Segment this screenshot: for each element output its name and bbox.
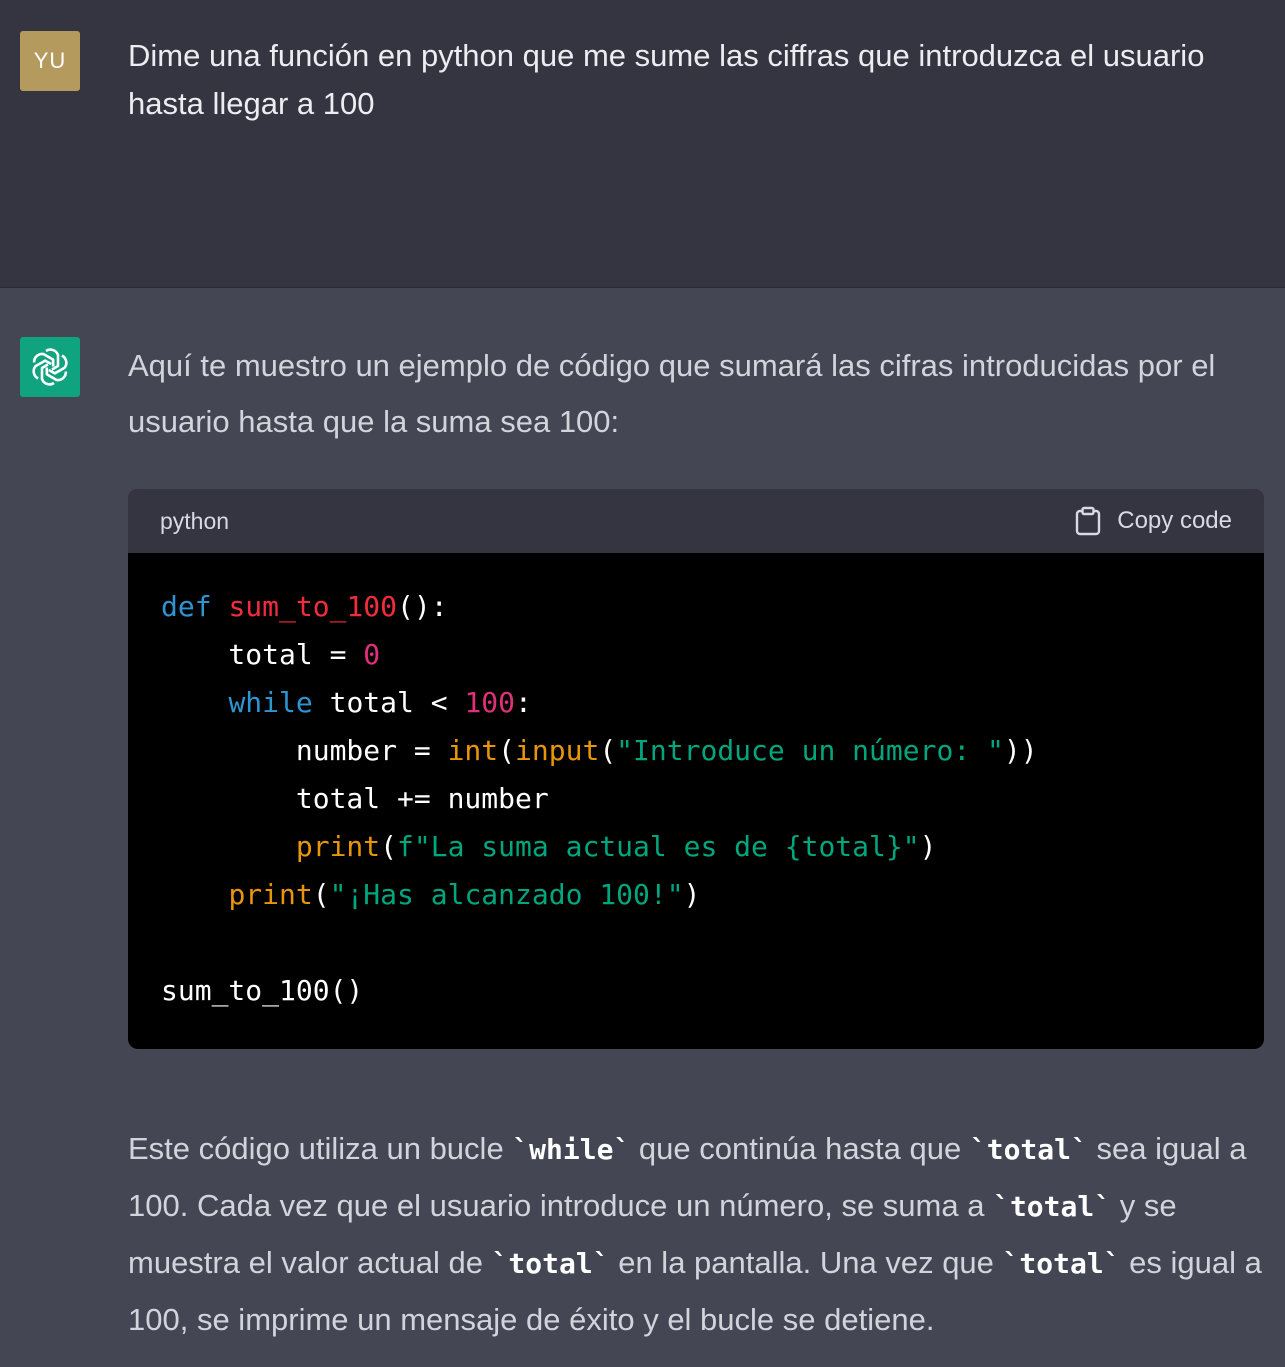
code-builtin: int [447, 734, 499, 767]
text-span: en la pantalla. Una vez que [609, 1245, 1003, 1280]
code-line-1: def sum_to_100(): [161, 583, 1264, 631]
code-content[interactable]: def sum_to_100(): total = 0 while total … [128, 553, 1264, 1015]
assistant-message-row: Aquí te muestro un ejemplo de código que… [0, 289, 1285, 1367]
code-string: "Introduce un número: " [616, 734, 1004, 767]
code-number: 0 [363, 638, 381, 671]
code-block: python Copy code def sum_to_100(): total… [128, 489, 1264, 1049]
code-line-9: sum_to_100() [161, 967, 1264, 1015]
code-string: "¡Has alcanzado 100!" [329, 878, 684, 911]
copy-code-button[interactable]: Copy code [1075, 506, 1232, 536]
code-line-6: print(f"La suma actual es de {total}") [161, 823, 1264, 871]
assistant-avatar [20, 337, 80, 397]
text-span: Este código utiliza un bucle [128, 1131, 513, 1166]
code-line-3: while total < 100: [161, 679, 1264, 727]
code-token: : [515, 686, 532, 719]
code-line-4: number = int(input("Introduce un número:… [161, 727, 1264, 775]
code-builtin: print [295, 830, 381, 863]
code-block-header: python Copy code [128, 489, 1264, 553]
inline-code: `total` [993, 1190, 1112, 1223]
code-token: ) [683, 878, 701, 911]
code-line-7: print("¡Has alcanzado 100!") [161, 871, 1264, 919]
code-keyword-while: while [228, 686, 313, 719]
code-token: ( [312, 878, 330, 911]
clipboard-icon [1076, 506, 1101, 536]
code-number: 100 [464, 686, 516, 719]
code-line-2: total = 0 [161, 631, 1264, 679]
code-token: sum_to_100() [161, 974, 364, 1007]
text-span: que continúa hasta que [630, 1131, 970, 1166]
user-message-text: Dime una función en python que me sume l… [128, 38, 1205, 121]
inline-code: `total` [1002, 1247, 1121, 1280]
assistant-intro-text: Aquí te muestro un ejemplo de código que… [128, 348, 1216, 439]
inline-code: `while` [512, 1133, 631, 1166]
inline-code: `total` [969, 1133, 1088, 1166]
code-function-name: sum_to_100 [228, 590, 398, 623]
code-token: ( [599, 734, 617, 767]
code-language-label: python [160, 507, 230, 534]
code-token: (): [397, 590, 448, 623]
code-token: ) [919, 830, 937, 863]
code-keyword-def: def [161, 590, 212, 623]
openai-logo-icon [32, 348, 68, 386]
assistant-explanation-text: Este código utiliza un bucle `while` que… [128, 1121, 1268, 1348]
code-token: number = [161, 734, 448, 767]
code-token: total = [161, 638, 364, 671]
code-string: f"La suma actual es de {total}" [397, 830, 920, 863]
code-token: ( [498, 734, 516, 767]
code-token: total < [312, 686, 465, 719]
chat-page: YU Dime una función en python que me sum… [0, 0, 1285, 1367]
inline-code: `total` [491, 1247, 610, 1280]
code-builtin: print [228, 878, 313, 911]
code-line-5: total += number [161, 775, 1264, 823]
user-message-row: YU Dime una función en python que me sum… [0, 0, 1285, 288]
code-token: )) [1003, 734, 1038, 767]
code-token: ( [380, 830, 398, 863]
code-token: total += number [161, 782, 549, 815]
user-avatar: YU [20, 31, 80, 91]
copy-code-label: Copy code [1117, 507, 1232, 534]
code-builtin: input [515, 734, 600, 767]
